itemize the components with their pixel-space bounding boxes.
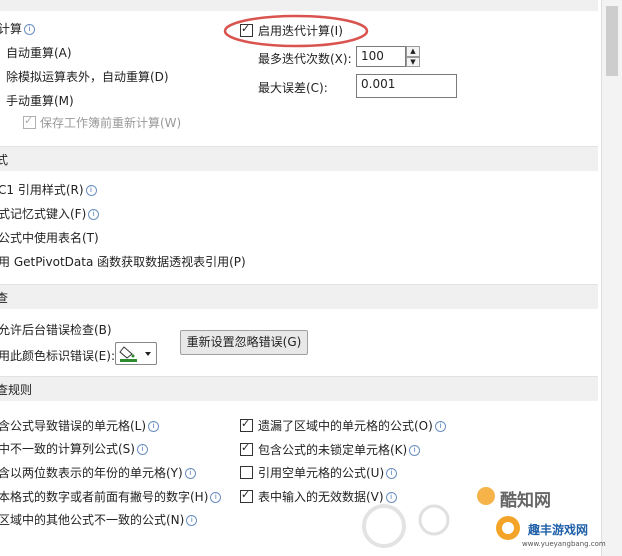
watermark-url: www.yueyangbang.com	[522, 540, 606, 548]
rule-left-5-label: 区域中的其他公式不一致的公式(N)	[0, 513, 185, 527]
rule-right-1: 遗漏了区域中的单元格的公式(O) i	[258, 417, 446, 434]
rule-right-2: 包含公式的未锁定单元格(K) i	[258, 441, 421, 458]
enable-background-check-option[interactable]: 允许后台错误检查(B)	[0, 321, 112, 338]
info-icon: i	[148, 421, 160, 432]
formula-autocomplete-label: 式记忆式键入(F)	[0, 207, 87, 221]
watermark-brand: 酷知网	[500, 491, 551, 511]
radio-auto-calc[interactable]: 自动重算(A)	[6, 44, 72, 61]
error-color-picker[interactable]	[115, 342, 157, 365]
recalc-before-save-label: 保存工作簿前重新计算(W)	[40, 116, 182, 130]
indicate-color-label: 用此颜色标识错误(E):	[0, 349, 115, 363]
formulas-header-text: 式	[0, 153, 9, 167]
annotation-circle	[223, 14, 369, 48]
reset-ignored-errors-button[interactable]: 重新设置忽略错误(G)	[180, 330, 308, 355]
section-header-error-checking: 查	[0, 284, 598, 309]
error-rules-header-text: 查规则	[0, 383, 33, 397]
rule-right-2-label: 包含公式的未锁定单元格(K)	[258, 443, 408, 457]
section-header-formulas: 式	[0, 146, 598, 171]
recalc-before-save-checkbox[interactable]	[23, 114, 36, 129]
manual-calc-label: 手动重算(M)	[6, 94, 74, 108]
radio-auto-except-tables[interactable]: 除模拟运算表外，自动重算(D)	[6, 68, 169, 85]
max-change-label: 最大误差(C):	[258, 81, 328, 95]
max-change-input[interactable]: 0.001	[356, 74, 457, 98]
formula-autocomplete-option[interactable]: 式记忆式键入(F) i	[0, 205, 100, 222]
rule-left-3-label: 含以两位数表示的年份的单元格(Y)	[0, 466, 183, 480]
getpivotdata-label: 用 GetPivotData 函数获取数据透视表引用(P)	[0, 255, 246, 269]
rule-right-3-checkbox[interactable]	[240, 466, 253, 479]
vertical-scrollbar[interactable]	[601, 0, 622, 556]
rule-left-4[interactable]: 本格式的数字或者前面有撇号的数字(H) i	[0, 488, 222, 505]
info-icon: i	[434, 421, 446, 432]
section-header-calc	[0, 0, 598, 11]
rule-right-1-checkbox[interactable]	[240, 417, 253, 432]
table-names-option[interactable]: 公式中使用表名(T)	[0, 229, 99, 246]
r1c1-label: C1 引用样式(R)	[0, 183, 84, 197]
rule-right-3: 引用空单元格的公式(U) i	[258, 464, 398, 481]
scrollbar-thumb[interactable]	[606, 6, 618, 76]
rule-left-3[interactable]: 含以两位数表示的年份的单元格(Y) i	[0, 464, 196, 481]
rule-right-2-checkbox[interactable]	[240, 441, 253, 456]
rule-right-1-label: 遗漏了区域中的单元格的公式(O)	[258, 419, 433, 433]
enable-background-label: 允许后台错误检查(B)	[0, 323, 112, 337]
info-icon: i	[136, 444, 148, 455]
r1c1-option[interactable]: C1 引用样式(R) i	[0, 181, 97, 198]
paint-bucket-icon	[119, 346, 151, 362]
rule-left-2-label: 中不一致的计算列公式(S)	[0, 442, 135, 456]
rule-right-4-checkbox[interactable]	[240, 488, 253, 503]
info-icon: i	[24, 24, 36, 35]
getpivotdata-option[interactable]: 用 GetPivotData 函数获取数据透视表引用(P)	[0, 253, 246, 270]
info-icon: i	[210, 492, 222, 503]
workbook-calc-label: 计算 i	[0, 20, 36, 37]
info-icon: i	[186, 515, 198, 526]
rule-right-3-label: 引用空单元格的公式(U)	[258, 466, 385, 480]
info-icon: i	[85, 185, 97, 196]
rule-left-1[interactable]: 含公式导致错误的单元格(L) i	[0, 417, 160, 434]
rule-left-5[interactable]: 区域中的其他公式不一致的公式(N) i	[0, 511, 198, 528]
rule-left-4-label: 本格式的数字或者前面有撇号的数字(H)	[0, 490, 209, 504]
spin-down-icon[interactable]: ▼	[406, 57, 420, 67]
radio-manual-calc[interactable]: 手动重算(M)	[6, 92, 74, 109]
rule-left-1-label: 含公式导致错误的单元格(L)	[0, 419, 147, 433]
info-icon: i	[386, 468, 398, 479]
max-iterations-label: 最多迭代次数(X):	[258, 52, 352, 66]
max-iterations-input[interactable]: 100	[356, 46, 406, 67]
watermark-brand2: 趣丰游戏网	[528, 523, 589, 537]
spin-up-icon[interactable]: ▲	[406, 46, 420, 57]
auto-calc-label: 自动重算(A)	[6, 46, 72, 60]
error-checking-header-text: 查	[0, 291, 9, 305]
chevron-down-icon	[145, 352, 151, 356]
section-header-error-rules: 查规则	[0, 376, 598, 401]
info-icon: i	[88, 209, 100, 220]
info-icon: i	[184, 468, 196, 479]
table-names-label: 公式中使用表名(T)	[0, 231, 99, 245]
rule-left-2[interactable]: 中不一致的计算列公式(S) i	[0, 440, 148, 457]
workbook-calc-text: 计算	[0, 22, 23, 36]
auto-except-tables-label: 除模拟运算表外，自动重算(D)	[6, 70, 169, 84]
info-icon: i	[409, 445, 421, 456]
